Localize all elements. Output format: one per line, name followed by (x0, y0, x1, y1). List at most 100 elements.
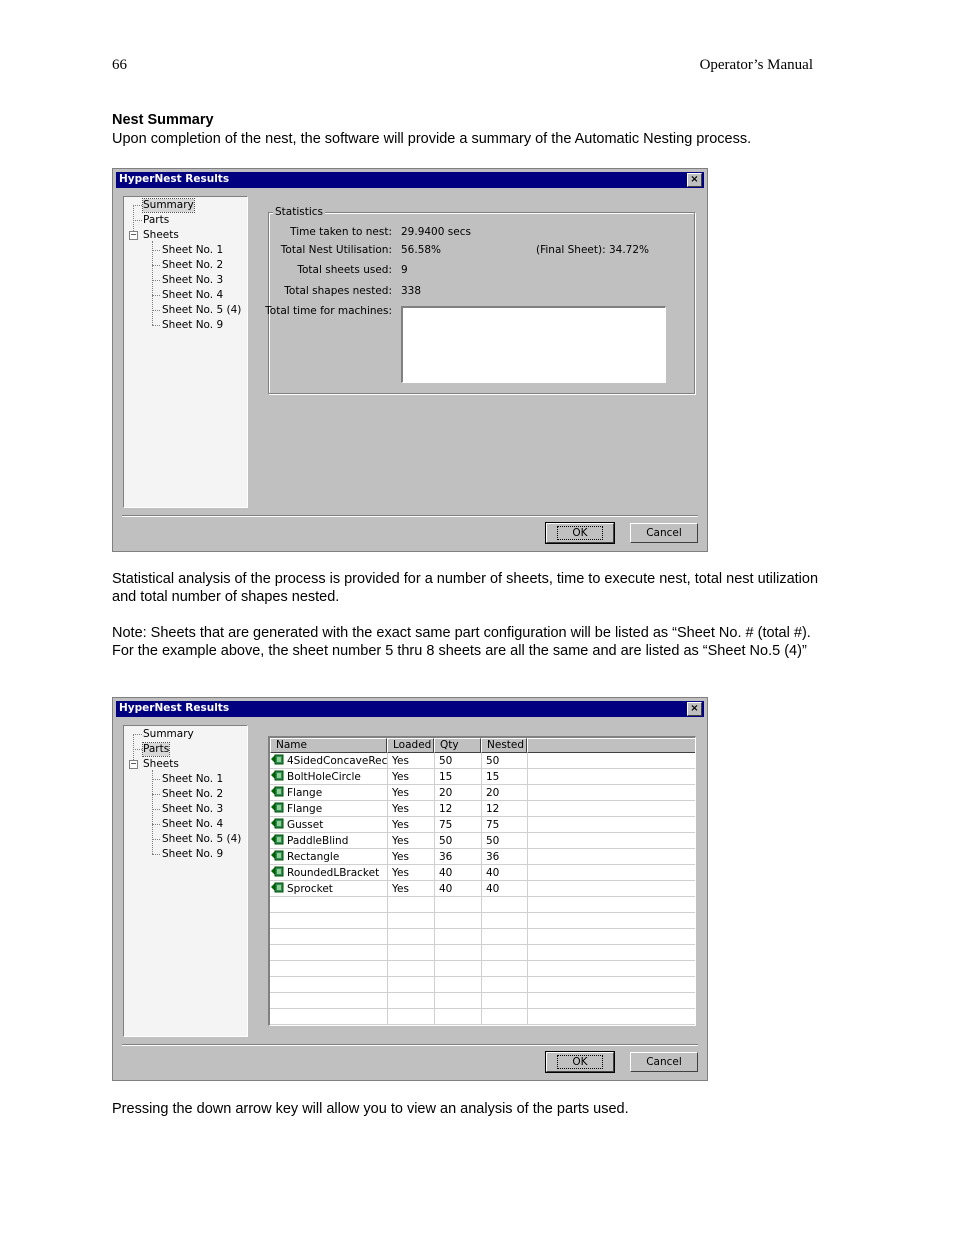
column-header-name[interactable]: Name (270, 738, 387, 753)
cell-qty: 40 (434, 881, 481, 897)
table-row[interactable]: BoltHoleCircle Yes 15 15 (270, 769, 695, 785)
cell-loaded: Yes (387, 753, 434, 769)
cell-qty-text: 15 (439, 771, 453, 783)
cell-name: PaddleBlind (270, 833, 387, 849)
cell-nested-text: 12 (486, 803, 500, 815)
tree-item-sheet-5[interactable]: Sheet No. 5 (4) (162, 833, 241, 846)
cell-name-text: BoltHoleCircle (287, 771, 361, 783)
cell-nested: 40 (481, 865, 527, 881)
tree-item-sheet-3[interactable]: Sheet No. 3 (162, 803, 223, 816)
ok-button[interactable]: OK (545, 1051, 615, 1073)
cell-loaded-text: Yes (392, 819, 409, 831)
table-row[interactable] (270, 977, 695, 993)
close-icon[interactable]: × (687, 173, 702, 187)
cell-qty: 40 (434, 865, 481, 881)
part-icon (271, 882, 284, 893)
cell-name: Sprocket (270, 881, 387, 897)
cell-name-text: Gusset (287, 819, 324, 831)
table-row[interactable]: Flange Yes 20 20 (270, 785, 695, 801)
machines-time-memo[interactable] (401, 306, 666, 383)
cell-name-text: Sprocket (287, 883, 333, 895)
table-row[interactable]: Rectangle Yes 36 36 (270, 849, 695, 865)
cell-name: Flange (270, 801, 387, 817)
table-row[interactable]: RoundedLBracket Yes 40 40 (270, 865, 695, 881)
shapes-nested-label: Total shapes nested: (284, 285, 392, 297)
tree-item-sheet-2[interactable]: Sheet No. 2 (162, 788, 223, 801)
ok-button[interactable]: OK (545, 522, 615, 544)
tree-item-parts[interactable]: Parts (141, 742, 171, 757)
column-header-nested[interactable]: Nested (481, 738, 527, 753)
cell-qty: 12 (434, 801, 481, 817)
cancel-button[interactable]: Cancel (630, 523, 698, 543)
page-number: 66 (112, 57, 127, 73)
cell-loaded-text: Yes (392, 755, 409, 767)
tree-item-sheets[interactable]: Sheets (143, 758, 179, 771)
tree-item-sheet-9[interactable]: Sheet No. 9 (162, 319, 223, 332)
cell-name-text: RoundedLBracket (287, 867, 380, 879)
cell-loaded: Yes (387, 849, 434, 865)
cancel-button[interactable]: Cancel (630, 1052, 698, 1072)
collapse-icon[interactable]: − (129, 760, 138, 769)
cell-nested-text: 40 (486, 883, 500, 895)
table-row[interactable]: PaddleBlind Yes 50 50 (270, 833, 695, 849)
table-row[interactable] (270, 945, 695, 961)
cell-name-text: PaddleBlind (287, 835, 349, 847)
tree-item-summary[interactable]: Summary (142, 198, 195, 213)
tree-item-sheet-4[interactable]: Sheet No. 4 (162, 289, 223, 302)
cell-name: Rectangle (270, 849, 387, 865)
pressing-paragraph: Pressing the down arrow key will allow y… (112, 1101, 629, 1117)
cell-nested: 40 (481, 881, 527, 897)
sheets-used-value: 9 (401, 264, 408, 276)
column-header-qty[interactable]: Qty (434, 738, 481, 753)
time-taken-label: Time taken to nest: (290, 226, 392, 238)
tree-item-sheet-1[interactable]: Sheet No. 1 (162, 773, 223, 786)
cell-qty-text: 40 (439, 883, 453, 895)
table-row[interactable]: Gusset Yes 75 75 (270, 817, 695, 833)
table-row[interactable] (270, 993, 695, 1009)
tree-item-sheet-3[interactable]: Sheet No. 3 (162, 274, 223, 287)
cell-loaded: Yes (387, 769, 434, 785)
tree-item-sheet-2[interactable]: Sheet No. 2 (162, 259, 223, 272)
table-row[interactable] (270, 1009, 695, 1025)
time-taken-value: 29.9400 secs (401, 226, 471, 238)
tree-item-sheet-4[interactable]: Sheet No. 4 (162, 818, 223, 831)
dialog-titlebar: HyperNest Results × (116, 701, 704, 717)
cell-nested: 36 (481, 849, 527, 865)
cell-qty: 50 (434, 833, 481, 849)
table-row[interactable]: 4SidedConcaveRect Yes 50 50 (270, 753, 695, 769)
collapse-icon[interactable]: − (129, 231, 138, 240)
table-row[interactable] (270, 897, 695, 913)
cell-nested: 75 (481, 817, 527, 833)
tree-item-parts[interactable]: Parts (143, 214, 169, 227)
cell-loaded-text: Yes (392, 851, 409, 863)
cell-qty-text: 20 (439, 787, 453, 799)
cell-nested: 50 (481, 833, 527, 849)
column-header-blank (527, 738, 695, 753)
results-tree: − Summary Parts Sheets Sheet No. 1 Sheet… (123, 725, 248, 1037)
cell-loaded: Yes (387, 817, 434, 833)
cell-loaded-text: Yes (392, 787, 409, 799)
cell-nested: 50 (481, 753, 527, 769)
cell-qty-text: 50 (439, 755, 453, 767)
tree-item-summary[interactable]: Summary (143, 728, 194, 741)
tree-item-sheet-5[interactable]: Sheet No. 5 (4) (162, 304, 241, 317)
table-row[interactable] (270, 929, 695, 945)
column-header-loaded[interactable]: Loaded (387, 738, 434, 753)
cell-name: 4SidedConcaveRect (270, 753, 387, 769)
tree-item-sheet-1[interactable]: Sheet No. 1 (162, 244, 223, 257)
tree-item-sheets[interactable]: Sheets (143, 229, 179, 242)
cell-qty-text: 12 (439, 803, 453, 815)
tree-item-sheet-9[interactable]: Sheet No. 9 (162, 848, 223, 861)
part-icon (271, 786, 284, 797)
close-icon[interactable]: × (687, 702, 702, 716)
table-row[interactable] (270, 913, 695, 929)
table-row[interactable] (270, 961, 695, 977)
table-row[interactable]: Flange Yes 12 12 (270, 801, 695, 817)
table-row[interactable]: Sprocket Yes 40 40 (270, 881, 695, 897)
dialog-title: HyperNest Results (119, 173, 230, 185)
dialog-titlebar: HyperNest Results × (116, 172, 704, 188)
hypernest-results-dialog-parts: HyperNest Results × − Summary Parts Shee… (112, 697, 708, 1081)
cell-loaded-text: Yes (392, 835, 409, 847)
cell-name-text: 4SidedConcaveRect (287, 755, 387, 767)
results-tree: − Summary Parts Sheets Sheet No. 1 Sheet… (123, 196, 248, 508)
